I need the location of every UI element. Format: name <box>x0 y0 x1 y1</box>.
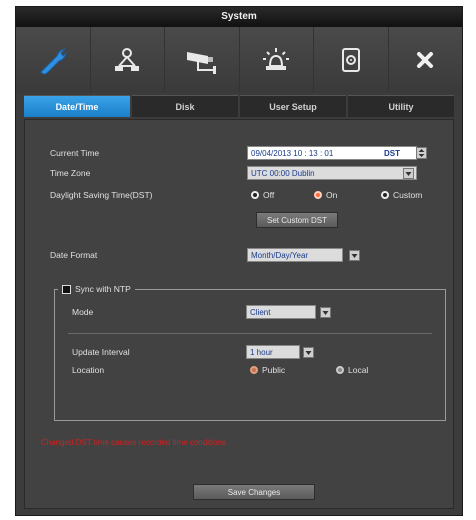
location-label: Location <box>72 365 105 375</box>
settings-tabs: Date/Time Disk User Setup Utility <box>24 95 454 117</box>
ntp-mode-select[interactable]: Client <box>246 305 316 319</box>
chevron-down-icon <box>322 311 329 315</box>
time-zone-value: UTC 00:00 Dublin <box>251 169 315 178</box>
dst-on-label: On <box>326 190 338 200</box>
ntp-divider <box>68 333 432 334</box>
update-interval-value: 1 hour <box>250 348 273 357</box>
system-window: System Date/Time Disk User Setup Utility… <box>15 6 463 516</box>
dst-label: Daylight Saving Time(DST) <box>50 190 153 200</box>
tab-utility[interactable]: Utility <box>348 95 454 117</box>
ntp-mode-dropdown-button[interactable] <box>320 307 331 318</box>
dst-badge: DST <box>384 149 400 158</box>
wrench-icon <box>40 48 67 75</box>
location-local-label: Local <box>348 365 369 375</box>
dst-custom-label: Custom <box>393 190 423 200</box>
time-zone-dropdown-button[interactable] <box>403 168 414 179</box>
location-public-radio[interactable] <box>250 366 258 374</box>
chevron-down-icon <box>405 172 412 176</box>
date-format-select[interactable]: Month/Day/Year <box>247 248 343 262</box>
tab-disk[interactable]: Disk <box>132 95 238 117</box>
storage-category-button[interactable] <box>314 27 389 93</box>
update-interval-dropdown-button[interactable] <box>303 347 314 358</box>
network-category-button[interactable] <box>91 27 165 93</box>
close-button[interactable] <box>389 27 463 93</box>
sync-ntp-checkbox[interactable] <box>62 284 71 294</box>
network-icon <box>115 48 140 71</box>
update-interval-label: Update Interval <box>72 347 130 357</box>
dst-on-radio[interactable] <box>314 191 322 199</box>
location-public-label: Public <box>262 365 286 375</box>
location-local-radio[interactable] <box>336 366 344 374</box>
dst-custom-radio[interactable] <box>381 191 389 199</box>
dst-off-radio[interactable] <box>251 191 259 199</box>
dst-warning-text: Changed DST time causes recorded time co… <box>41 438 226 447</box>
update-interval-select[interactable]: 1 hour <box>246 345 300 359</box>
time-zone-label: Time Zone <box>50 168 91 178</box>
chevron-down-icon <box>305 351 312 355</box>
current-time-field[interactable]: 09/04/2013 10 : 13 : 01 DST <box>247 146 417 160</box>
current-time-value: 09/04/2013 10 : 13 : 01 <box>251 149 334 158</box>
date-format-value: Month/Day/Year <box>251 251 309 260</box>
alarm-category-button[interactable] <box>240 27 314 93</box>
disk-icon <box>341 48 360 72</box>
time-spinner[interactable] <box>416 147 427 159</box>
camera-icon <box>186 52 216 74</box>
set-custom-dst-button[interactable]: Set Custom DST <box>256 212 338 228</box>
spinner-arrows-icon <box>418 149 425 157</box>
chevron-down-icon <box>351 254 358 258</box>
camera-category-button[interactable] <box>165 27 240 93</box>
sync-ntp-label: Sync with NTP <box>75 284 131 294</box>
save-changes-button[interactable]: Save Changes <box>193 484 315 500</box>
ntp-group-header: Sync with NTP <box>58 283 135 295</box>
tab-user-setup[interactable]: User Setup <box>240 95 346 117</box>
date-format-dropdown-button[interactable] <box>349 250 360 261</box>
time-zone-select[interactable]: UTC 00:00 Dublin <box>247 166 417 180</box>
window-title: System <box>16 7 462 27</box>
current-time-label: Current Time <box>50 148 100 158</box>
close-icon <box>417 52 434 68</box>
category-icon-bar <box>16 27 462 93</box>
ntp-mode-label: Mode <box>72 307 94 317</box>
date-format-label: Date Format <box>50 250 98 260</box>
dst-off-label: Off <box>263 190 275 200</box>
ntp-mode-value: Client <box>250 308 271 317</box>
alarm-icon <box>263 48 290 70</box>
tab-date-time[interactable]: Date/Time <box>24 95 130 117</box>
settings-category-button[interactable] <box>16 27 91 93</box>
